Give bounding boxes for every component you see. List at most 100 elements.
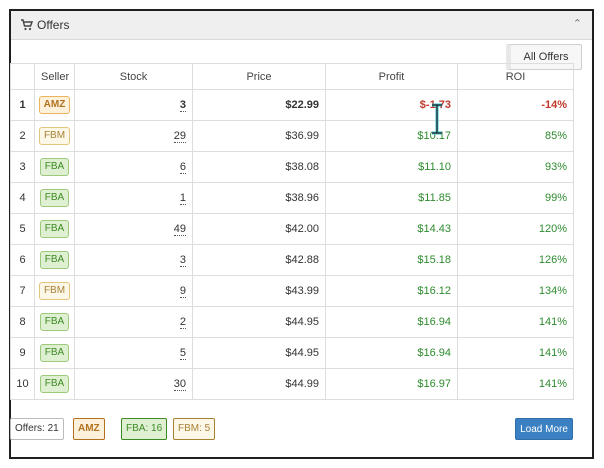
stock-cell: 1 <box>74 182 193 214</box>
table-row[interactable]: 9 FBA 5 $44.95 $16.94 141% <box>10 337 574 369</box>
seller-cell: FBA <box>34 244 75 276</box>
stock-value[interactable]: 3 <box>179 254 186 267</box>
stock-value[interactable]: 1 <box>179 192 186 205</box>
price-cell: $42.88 <box>192 244 326 276</box>
stock-value[interactable]: 30 <box>173 378 186 391</box>
table-row[interactable]: 3 FBA 6 $38.08 $11.10 93% <box>10 151 574 183</box>
seller-badge: FBA <box>39 251 70 269</box>
offers-count-badge: Offers: 21 <box>10 418 64 440</box>
stock-cell: 3 <box>74 244 193 276</box>
row-index: 9 <box>10 337 35 369</box>
seller-badge: FBA <box>39 344 70 362</box>
price-cell: $44.95 <box>192 337 326 369</box>
profit-cell: $14.43 <box>325 213 458 245</box>
stock-cell: 6 <box>74 151 193 183</box>
seller-cell: FBA <box>34 368 75 400</box>
seller-badge: FBM <box>38 127 71 145</box>
row-index: 5 <box>10 213 35 245</box>
col-header-profit[interactable]: Profit <box>325 63 458 90</box>
roi-cell: 93% <box>457 151 574 183</box>
table-row[interactable]: 4 FBA 1 $38.96 $11.85 99% <box>10 182 574 214</box>
stock-value[interactable]: 5 <box>179 347 186 360</box>
stock-value[interactable]: 3 <box>179 99 186 112</box>
amz-filter-badge[interactable]: AMZ <box>73 418 105 440</box>
row-index: 1 <box>10 89 35 121</box>
profit-cell: $15.18 <box>325 244 458 276</box>
offers-table: Seller Stock Price Profit ROI 1 AMZ 3 $22.9… <box>10 63 574 400</box>
profit-cell: $16.12 <box>325 275 458 307</box>
col-header-roi[interactable]: ROI <box>457 63 574 90</box>
row-index: 3 <box>10 151 35 183</box>
seller-cell: FBM <box>34 275 75 307</box>
stock-value[interactable]: 2 <box>179 316 186 329</box>
row-index: 8 <box>10 306 35 338</box>
seller-cell: FBA <box>34 306 75 338</box>
stock-cell: 2 <box>74 306 193 338</box>
row-index: 7 <box>10 275 35 307</box>
price-cell: $43.99 <box>192 275 326 307</box>
seller-badge: FBA <box>39 158 70 176</box>
cart-icon <box>21 19 33 31</box>
seller-badge: FBA <box>39 313 70 331</box>
roi-cell: 141% <box>457 337 574 369</box>
seller-cell: FBM <box>34 120 75 152</box>
price-cell: $44.99 <box>192 368 326 400</box>
load-more-button[interactable]: Load More <box>515 418 573 440</box>
col-header-stock[interactable]: Stock <box>74 63 193 90</box>
stock-cell: 3 <box>74 89 193 121</box>
price-cell: $38.96 <box>192 182 326 214</box>
seller-cell: FBA <box>34 182 75 214</box>
seller-cell: FBA <box>34 213 75 245</box>
table-row[interactable]: 6 FBA 3 $42.88 $15.18 126% <box>10 244 574 276</box>
roi-cell: 120% <box>457 213 574 245</box>
roi-cell: 134% <box>457 275 574 307</box>
seller-badge: FBA <box>39 375 70 393</box>
seller-badge: FBA <box>39 189 70 207</box>
panel-title: Offers <box>37 18 70 32</box>
seller-badge: FBA <box>39 220 70 238</box>
stock-cell: 5 <box>74 337 193 369</box>
row-index: 2 <box>10 120 35 152</box>
stock-cell: 49 <box>74 213 193 245</box>
text-cursor-icon <box>432 103 442 135</box>
stock-cell: 29 <box>74 120 193 152</box>
stock-value[interactable]: 6 <box>179 161 186 174</box>
roi-cell: 99% <box>457 182 574 214</box>
table-row[interactable]: 1 AMZ 3 $22.99 $-1.73 -14% <box>10 89 574 121</box>
fba-filter-badge[interactable]: FBA: 16 <box>121 418 168 440</box>
panel-header[interactable]: Offers ⌃ <box>11 11 592 40</box>
panel-footer: Offers: 21 AMZ FBA: 16 FBM: 5 Load More <box>10 418 573 440</box>
stock-value[interactable]: 29 <box>173 130 186 143</box>
profit-cell: $11.10 <box>325 151 458 183</box>
table-row[interactable]: 10 FBA 30 $44.99 $16.97 141% <box>10 368 574 400</box>
stock-value[interactable]: 9 <box>179 285 186 298</box>
roi-cell: 141% <box>457 368 574 400</box>
profit-cell: $16.94 <box>325 306 458 338</box>
price-cell: $44.95 <box>192 306 326 338</box>
row-index: 10 <box>10 368 35 400</box>
col-header-seller[interactable]: Seller <box>34 63 75 90</box>
stock-value[interactable]: 49 <box>173 223 186 236</box>
col-header-price[interactable]: Price <box>192 63 326 90</box>
table-row[interactable]: 7 FBM 9 $43.99 $16.12 134% <box>10 275 574 307</box>
price-cell: $42.00 <box>192 213 326 245</box>
price-cell: $38.08 <box>192 151 326 183</box>
table-row[interactable]: 2 FBM 29 $36.99 $10.17 85% <box>10 120 574 152</box>
stock-cell: 30 <box>74 368 193 400</box>
table-row[interactable]: 5 FBA 49 $42.00 $14.43 120% <box>10 213 574 245</box>
roi-cell: 141% <box>457 306 574 338</box>
profit-cell: $16.97 <box>325 368 458 400</box>
stock-cell: 9 <box>74 275 193 307</box>
row-index: 4 <box>10 182 35 214</box>
price-cell: $36.99 <box>192 120 326 152</box>
seller-cell: AMZ <box>34 89 75 121</box>
row-index: 6 <box>10 244 35 276</box>
fbm-filter-badge[interactable]: FBM: 5 <box>173 418 216 440</box>
seller-badge: AMZ <box>38 96 71 114</box>
chevron-up-icon[interactable]: ⌃ <box>573 17 582 30</box>
table-row[interactable]: 8 FBA 2 $44.95 $16.94 141% <box>10 306 574 338</box>
profit-cell: $11.85 <box>325 182 458 214</box>
seller-badge: FBM <box>38 282 71 300</box>
roi-cell: 126% <box>457 244 574 276</box>
roi-cell: 85% <box>457 120 574 152</box>
